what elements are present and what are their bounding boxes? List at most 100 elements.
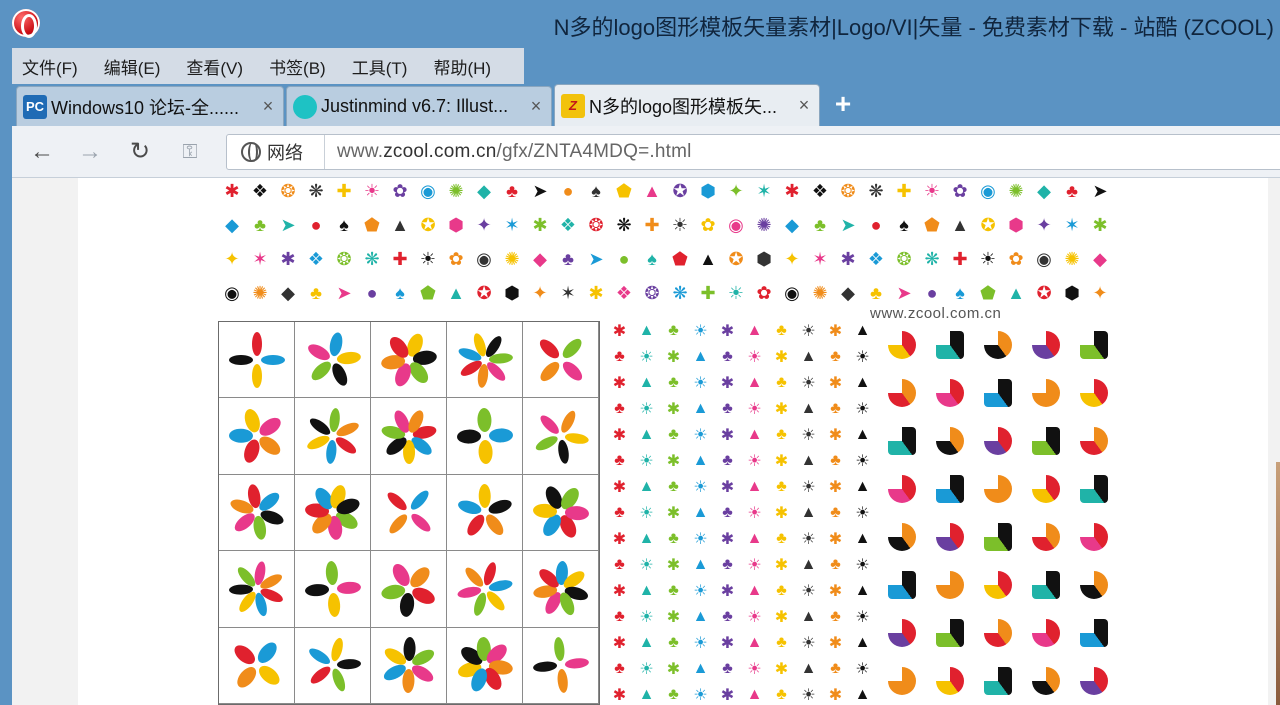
menu-help[interactable]: 帮助(H)	[433, 54, 491, 79]
mini-logo-icon: ☀	[639, 557, 654, 574]
company-logo-icon	[1070, 465, 1118, 513]
mini-logo-icon: ▲	[692, 400, 709, 417]
opera-logo-icon[interactable]	[12, 9, 40, 38]
clipart-icon: ◉	[420, 180, 436, 201]
menu-edit[interactable]: 编辑(E)	[104, 54, 161, 79]
clipart-icon: ⬢	[700, 180, 716, 201]
mini-logo-icon: ☀	[747, 505, 762, 522]
tab-windows10[interactable]: PC Windows10 论坛-全...... ×	[16, 86, 284, 126]
menu-view[interactable]: 查看(V)	[186, 54, 243, 79]
mini-logo-icon: ♣	[668, 582, 679, 599]
clipart-icon: ◉	[476, 248, 492, 269]
clipart-icon: ✱	[784, 180, 800, 201]
clipart-icon: ♣	[310, 282, 322, 303]
site-info-badge[interactable]: 网络	[227, 135, 325, 169]
mini-logo-icon: ▲	[800, 400, 817, 417]
logo-mark	[888, 523, 916, 551]
clipart-icon: ☀	[923, 180, 941, 201]
logo-mark	[1032, 379, 1060, 407]
clipart-icon: ♠	[647, 248, 657, 269]
company-logo-icon	[974, 561, 1022, 609]
mini-logo-icon: ✱	[828, 323, 843, 340]
clipart-icon: ⬢	[504, 282, 520, 303]
tab-justinmind[interactable]: Justinmind v6.7: Illust... ×	[286, 86, 552, 126]
company-logo-icon	[1070, 513, 1118, 561]
grid-logo-cell	[447, 474, 523, 552]
mini-logo-icon: ☀	[639, 609, 654, 626]
grid-logo-cell	[371, 551, 447, 628]
address-bar[interactable]: 网络 www.zcool.com.cn/gfx/ZNTA4MDQ=.html	[226, 134, 1280, 170]
clipart-icon: ♣	[254, 214, 266, 235]
mini-logo-icon: ▲	[638, 686, 655, 703]
company-logo-icon	[878, 417, 926, 465]
clipart-icon: ✪	[672, 180, 688, 201]
mini-logo-icon: ✱	[828, 583, 843, 600]
mini-logo-icon: ▲	[746, 686, 763, 703]
clipart-icon: ✿	[392, 180, 408, 201]
clipart-icon: ✶	[504, 214, 520, 235]
back-arrow-icon[interactable]: ←	[28, 138, 56, 166]
pinwheel-logo-icon	[535, 410, 589, 464]
menu-file[interactable]: 文件(F)	[22, 54, 78, 79]
clipart-icon: ●	[926, 282, 938, 303]
mini-logo-icon: ✱	[666, 349, 681, 366]
company-logo-icon	[1070, 417, 1118, 465]
mini-logo-icon: ✱	[774, 349, 789, 366]
clipart-icon: ⬢	[756, 248, 772, 269]
clipart-icon: ✶	[1064, 214, 1080, 235]
clipart-icon: ⬟	[420, 282, 436, 303]
logo-mark	[936, 331, 964, 359]
pinwheel-logo-icon	[383, 637, 434, 694]
mini-logo-icon: ▲	[746, 322, 763, 339]
clipart-icon: ❖	[307, 248, 325, 269]
mini-logo-icon: ▲	[746, 582, 763, 599]
menu-bookmarks[interactable]: 书签(B)	[269, 54, 326, 79]
page-viewport[interactable]: ✱ ❖ ❂ ❋ ✚ ☀ ✿ ◉ ✺ ◆ ♣ ➤ ● ♠ ⬟ ▲ ✪ ⬢ ✦ ✶ ✱ ❖ ❂ ❋ ✚ ☀ ✿ ◉ ✺ ◆ ♣ ➤ ◆ ♣ ➤ ● ♠ ⬟ ▲ ✪…	[12, 178, 1280, 705]
company-logo-icon	[1022, 321, 1070, 369]
clipart-icon: ▲	[951, 214, 969, 235]
key-icon[interactable]: ⚿	[176, 138, 204, 166]
clipart-icon: ◆	[477, 180, 491, 201]
mini-logo-icon: ♣	[830, 608, 841, 625]
pinwheel-logo-icon	[380, 333, 437, 386]
mini-logo-icon: ☀	[693, 427, 708, 444]
company-logo-icon	[878, 609, 926, 657]
company-logo-icon	[926, 561, 974, 609]
mini-logo-icon: ▲	[638, 582, 655, 599]
close-icon[interactable]: ×	[257, 96, 279, 117]
pinwheel-logo-icon	[457, 562, 512, 616]
menu-tools[interactable]: 工具(T)	[352, 54, 408, 79]
mini-logo-icon: ☀	[801, 531, 816, 548]
clipart-icon: ●	[562, 180, 574, 201]
grid-logo-cell	[295, 551, 371, 628]
logo-mark	[936, 427, 964, 455]
company-logo-icon	[1070, 657, 1118, 705]
close-icon[interactable]: ×	[793, 95, 815, 116]
tab-bar: PC Windows10 论坛-全...... × Justinmind v6.…	[12, 84, 1280, 126]
grid-logo-cell	[295, 474, 371, 552]
tab-zcool[interactable]: Z N多的logo图形模板矢... ×	[554, 84, 820, 126]
clipart-icon: ➤	[280, 214, 296, 235]
clipart-icon: ●	[310, 214, 322, 235]
mini-logo-icon: ☀	[693, 375, 708, 392]
grid-logo-cell	[447, 398, 523, 475]
close-icon[interactable]: ×	[525, 96, 547, 117]
clipart-icon: ◉	[784, 282, 800, 303]
logo-mark	[1080, 571, 1108, 599]
mini-logo-icon: ✱	[774, 609, 789, 626]
mini-logo-icon: ✱	[828, 375, 843, 392]
reload-icon[interactable]: ↻	[126, 138, 154, 166]
mini-logo-icon: ✱	[720, 531, 735, 548]
clipart-icon: ◆	[225, 214, 239, 235]
mini-logo-icon: ♣	[830, 556, 841, 573]
forward-arrow-icon[interactable]: →	[76, 138, 104, 166]
clipart-icon: ◉	[224, 282, 240, 303]
url-text[interactable]: www.zcool.com.cn/gfx/ZNTA4MDQ=.html	[337, 141, 692, 163]
mini-logo-icon: ▲	[800, 556, 817, 573]
mini-logo-icon: ✱	[828, 427, 843, 444]
new-tab-button[interactable]: +	[828, 90, 858, 120]
pinwheel-logo-icon	[304, 560, 361, 617]
pinwheel-logo-icon	[228, 409, 281, 463]
mini-logo-icon: ✱	[720, 427, 735, 444]
mini-logo-icon: ▲	[638, 634, 655, 651]
